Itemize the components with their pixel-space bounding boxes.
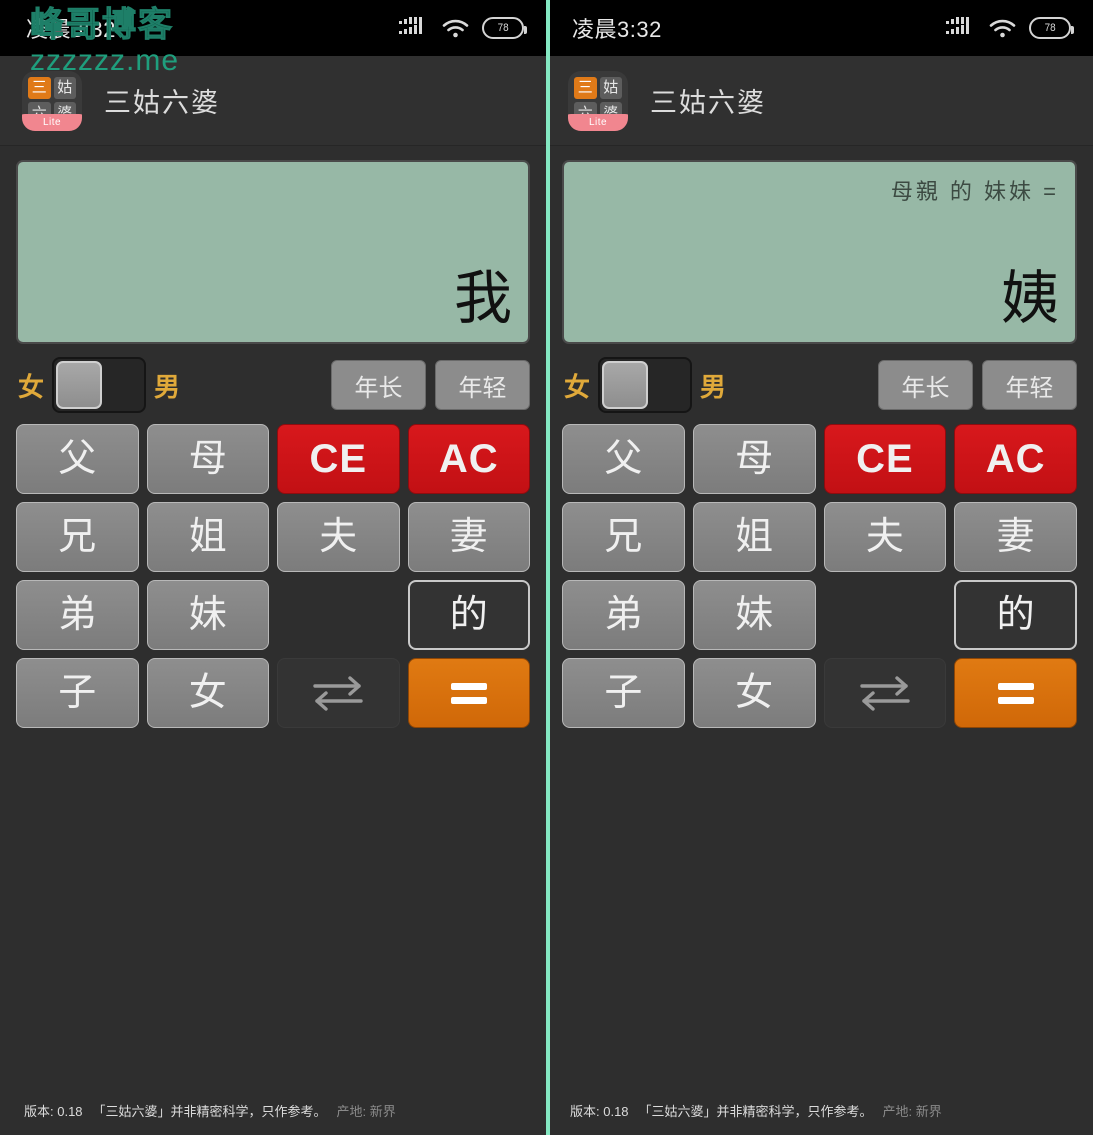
app-icon-lite-badge: Lite (568, 114, 628, 131)
signal-icon (399, 17, 429, 39)
calculator-display: 我 (16, 160, 530, 344)
app-icon-cell-1: 三 (28, 77, 51, 100)
key-wife[interactable]: 妻 (954, 502, 1077, 572)
key-father[interactable]: 父 (16, 424, 139, 494)
battery-icon: 78 (1029, 17, 1071, 39)
wifi-icon (442, 18, 469, 39)
status-time: 凌晨3:32 (572, 12, 662, 44)
key-husband[interactable]: 夫 (824, 502, 947, 572)
app-bar: 三 姑 六 婆 Lite 三姑六婆 (0, 56, 546, 146)
key-mother[interactable]: 母 (147, 424, 270, 494)
key-equals[interactable] (954, 658, 1077, 728)
key-younger-sister[interactable]: 妹 (147, 580, 270, 650)
gender-toggle[interactable] (598, 357, 692, 413)
swap-arrows-icon (309, 672, 367, 714)
gender-toggle[interactable] (52, 357, 146, 413)
display-result: 我 (454, 270, 512, 332)
status-time: 凌晨3:32 (26, 12, 116, 44)
elder-button[interactable]: 年长 (878, 360, 973, 410)
app-icon: 三 姑 六 婆 Lite (22, 71, 82, 131)
key-elder-brother[interactable]: 兄 (562, 502, 685, 572)
key-daughter[interactable]: 女 (147, 658, 270, 728)
key-younger-sister[interactable]: 妹 (693, 580, 816, 650)
app-icon-cell-2: 姑 (600, 77, 623, 100)
key-equals[interactable] (408, 658, 531, 728)
footer-spacer (16, 728, 530, 1095)
display-result: 姨 (1001, 270, 1059, 332)
display-expression: 母親 的 妹妹 = (891, 174, 1059, 206)
calculator-display: 母親 的 妹妹 = 姨 (562, 160, 1077, 344)
key-mother[interactable]: 母 (693, 424, 816, 494)
footer-disclaimer: 「三姑六婆」并非精密科学，只作参考。 (93, 1101, 327, 1120)
phone-panel-right: 凌晨3:32 (546, 0, 1093, 1135)
status-icon-group: 78 (946, 17, 1071, 39)
key-younger-brother[interactable]: 弟 (16, 580, 139, 650)
screenshot-root: 凌晨3:32 (0, 0, 1093, 1135)
app-icon-cell-1: 三 (574, 77, 597, 100)
gender-toggle-knob[interactable] (56, 361, 102, 409)
key-ac[interactable]: AC (408, 424, 531, 494)
status-bar: 凌晨3:32 (0, 0, 546, 56)
keypad: 父 母 CE AC 兄 姐 夫 妻 弟 妹 的 子 女 (562, 424, 1077, 728)
footer: 版本: 0.18 「三姑六婆」并非精密科学，只作参考。 产地: 新界 (16, 1095, 530, 1135)
key-wife[interactable]: 妻 (408, 502, 531, 572)
key-empty-slot (824, 580, 947, 650)
keypad: 父 母 CE AC 兄 姐 夫 妻 弟 妹 的 子 女 (16, 424, 530, 728)
footer-version: 版本: 0.18 (570, 1101, 629, 1120)
footer-version: 版本: 0.18 (24, 1101, 83, 1120)
app-title: 三姑六婆 (104, 81, 220, 120)
wifi-icon (989, 18, 1016, 39)
footer-origin: 产地: 新界 (883, 1101, 942, 1120)
key-father[interactable]: 父 (562, 424, 685, 494)
options-row: 女 男 年长 年轻 (16, 354, 530, 416)
gender-label-male: 男 (698, 367, 728, 404)
equals-icon (998, 683, 1034, 704)
footer-spacer (562, 728, 1077, 1095)
equals-icon (451, 683, 487, 704)
key-ac[interactable]: AC (954, 424, 1077, 494)
gender-label-female: 女 (562, 367, 592, 404)
app-bar: 三 姑 六 婆 Lite 三姑六婆 (546, 56, 1093, 146)
younger-button[interactable]: 年轻 (982, 360, 1077, 410)
app-icon: 三 姑 六 婆 Lite (568, 71, 628, 131)
key-son[interactable]: 子 (562, 658, 685, 728)
key-ce[interactable]: CE (277, 424, 400, 494)
status-bar: 凌晨3:32 (546, 0, 1093, 56)
calculator-body: 我 女 男 年长 年轻 父 母 CE AC 兄 姐 夫 妻 (0, 146, 546, 1135)
app-icon-cell-2: 姑 (54, 77, 77, 100)
footer-disclaimer: 「三姑六婆」并非精密科学，只作参考。 (639, 1101, 873, 1120)
key-swap[interactable] (277, 658, 400, 728)
key-son[interactable]: 子 (16, 658, 139, 728)
signal-icon (946, 17, 976, 39)
calculator-body: 母親 的 妹妹 = 姨 女 男 年长 年轻 父 母 CE AC 兄 姐 (546, 146, 1093, 1135)
swap-arrows-icon (856, 672, 914, 714)
younger-button[interactable]: 年轻 (435, 360, 530, 410)
battery-level: 78 (497, 23, 508, 34)
key-younger-brother[interactable]: 弟 (562, 580, 685, 650)
options-row: 女 男 年长 年轻 (562, 354, 1077, 416)
panel-divider (546, 0, 550, 1135)
key-swap[interactable] (824, 658, 947, 728)
key-elder-sister[interactable]: 姐 (693, 502, 816, 572)
app-icon-lite-badge: Lite (22, 114, 82, 131)
key-elder-sister[interactable]: 姐 (147, 502, 270, 572)
footer-origin: 产地: 新界 (337, 1101, 396, 1120)
key-possessive[interactable]: 的 (408, 580, 531, 650)
elder-button[interactable]: 年长 (331, 360, 426, 410)
status-icon-group: 78 (399, 17, 524, 39)
key-empty-slot (277, 580, 400, 650)
phone-panel-left: 凌晨3:32 (0, 0, 546, 1135)
gender-label-male: 男 (152, 367, 182, 404)
key-ce[interactable]: CE (824, 424, 947, 494)
footer: 版本: 0.18 「三姑六婆」并非精密科学，只作参考。 产地: 新界 (562, 1095, 1077, 1135)
key-husband[interactable]: 夫 (277, 502, 400, 572)
gender-toggle-knob[interactable] (602, 361, 648, 409)
battery-icon: 78 (482, 17, 524, 39)
key-possessive[interactable]: 的 (954, 580, 1077, 650)
key-daughter[interactable]: 女 (693, 658, 816, 728)
app-title: 三姑六婆 (650, 81, 766, 120)
gender-label-female: 女 (16, 367, 46, 404)
battery-level: 78 (1044, 23, 1055, 34)
key-elder-brother[interactable]: 兄 (16, 502, 139, 572)
